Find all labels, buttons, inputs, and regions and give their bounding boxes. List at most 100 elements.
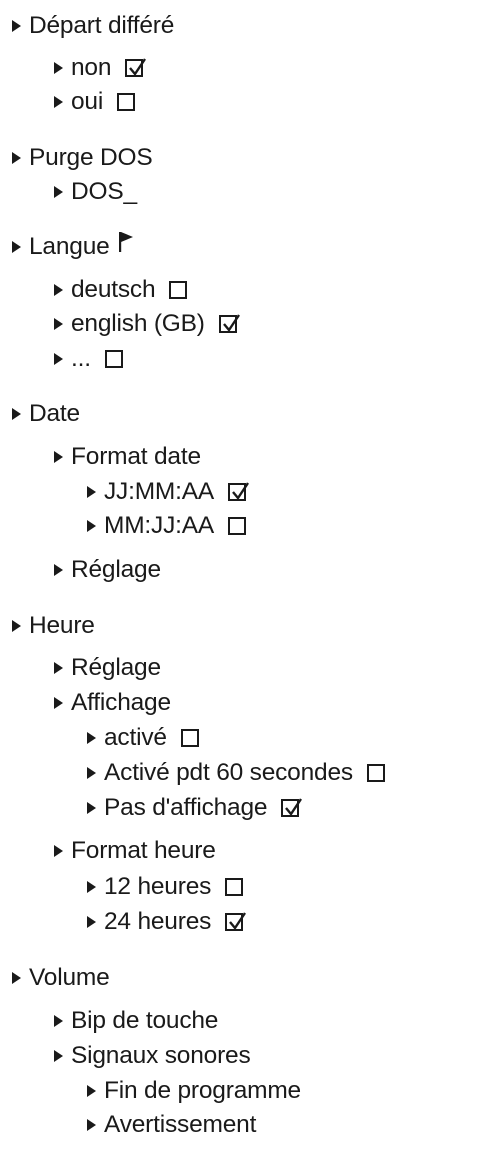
checkbox-unchecked[interactable]: [366, 764, 385, 782]
menu-item-label: Bip de touche: [71, 1007, 219, 1034]
menu-item-reglage[interactable]: Réglage: [54, 652, 161, 684]
triangle-right-icon: [12, 20, 21, 32]
triangle-right-icon: [54, 662, 63, 674]
menu-item-label: ...: [71, 345, 91, 372]
menu-item-label: Format date: [71, 443, 201, 470]
menu-item-purge-dos[interactable]: Purge DOS: [12, 142, 153, 174]
checkbox-unchecked[interactable]: [225, 878, 244, 896]
checkbox-unchecked[interactable]: [180, 729, 199, 747]
checkbox-unchecked[interactable]: [169, 281, 188, 299]
triangle-right-icon: [12, 408, 21, 420]
triangle-right-icon: [87, 802, 96, 814]
menu-item-label: Volume: [29, 964, 110, 991]
triangle-right-icon: [87, 881, 96, 893]
checkbox-checked[interactable]: [225, 912, 247, 931]
triangle-right-icon: [87, 916, 96, 928]
check-icon: [129, 58, 147, 77]
triangle-right-icon: [54, 845, 63, 857]
menu-item-label: activé: [104, 724, 167, 751]
triangle-right-icon: [87, 520, 96, 532]
triangle-right-icon: [54, 96, 63, 108]
menu-item-non[interactable]: non: [54, 52, 147, 84]
menu-item-active[interactable]: activé: [87, 722, 199, 754]
menu-item-english-gb[interactable]: english (GB): [54, 308, 240, 340]
menu-item-24-heures[interactable]: 24 heures: [87, 906, 247, 938]
checkbox-checked[interactable]: [125, 58, 147, 77]
triangle-right-icon: [54, 62, 63, 74]
menu-item-label: Purge DOS: [29, 144, 153, 171]
menu-item-affichage[interactable]: Affichage: [54, 687, 171, 719]
flag-icon: [118, 231, 134, 260]
check-icon: [232, 482, 250, 501]
menu-item-label: DOS_: [71, 178, 137, 205]
triangle-right-icon: [87, 1119, 96, 1131]
menu-item-label: Avertissement: [104, 1111, 257, 1138]
checkbox-checked[interactable]: [218, 314, 240, 333]
menu-item-deutsch[interactable]: deutsch: [54, 274, 188, 306]
menu-item-label: Signaux sonores: [71, 1042, 251, 1069]
menu-item-label: Départ différé: [29, 12, 175, 39]
checkbox-unchecked[interactable]: [104, 350, 123, 368]
checkbox-unchecked[interactable]: [117, 93, 136, 111]
menu-item-langue[interactable]: Langue: [12, 231, 134, 263]
menu-item-oui[interactable]: oui: [54, 86, 136, 118]
triangle-right-icon: [54, 1050, 63, 1062]
menu-item-reglage[interactable]: Réglage: [54, 554, 161, 586]
checkbox-checked[interactable]: [281, 798, 303, 817]
menu-item-signaux-sonores[interactable]: Signaux sonores: [54, 1040, 251, 1072]
menu-item-format-date[interactable]: Format date: [54, 441, 201, 473]
menu-item-label: deutsch: [71, 276, 156, 303]
check-icon: [222, 314, 240, 333]
triangle-right-icon: [12, 972, 21, 984]
menu-item-label: Pas d'affichage: [104, 794, 268, 821]
checkbox-checked[interactable]: [228, 482, 250, 501]
triangle-right-icon: [54, 318, 63, 330]
settings-menu-tree: Départ différé non oui Purge DOS DOS_ Langue d…: [0, 0, 487, 1153]
menu-item-jj-mm-aa[interactable]: JJ:MM:AA: [87, 476, 250, 508]
triangle-right-icon: [12, 620, 21, 632]
menu-item-dos[interactable]: DOS_: [54, 176, 137, 208]
triangle-right-icon: [12, 241, 21, 253]
triangle-right-icon: [12, 152, 21, 164]
menu-item-label: Heure: [29, 612, 95, 639]
menu-item-fin-de-programme[interactable]: Fin de programme: [87, 1075, 301, 1107]
menu-item-label: Langue: [29, 233, 110, 260]
menu-item-label: 12 heures: [104, 873, 212, 900]
triangle-right-icon: [87, 1085, 96, 1097]
menu-item-label: Format heure: [71, 837, 216, 864]
menu-item-label: Affichage: [71, 689, 171, 716]
menu-item-label: MM:JJ:AA: [104, 512, 215, 539]
menu-item-label: english (GB): [71, 310, 205, 337]
menu-item-avertissement[interactable]: Avertissement: [87, 1109, 256, 1141]
menu-item-label: JJ:MM:AA: [104, 478, 215, 505]
checkbox-unchecked[interactable]: [228, 517, 247, 535]
triangle-right-icon: [87, 767, 96, 779]
check-icon: [285, 798, 303, 817]
menu-item-volume[interactable]: Volume: [12, 962, 110, 994]
menu-item-pas-d-affichage[interactable]: Pas d'affichage: [87, 792, 303, 824]
triangle-right-icon: [54, 186, 63, 198]
triangle-right-icon: [54, 697, 63, 709]
menu-item-depart-differe[interactable]: Départ différé: [12, 10, 174, 42]
menu-item-label: 24 heures: [104, 908, 212, 935]
menu-item-label: Activé pdt 60 secondes: [104, 759, 353, 786]
triangle-right-icon: [54, 353, 63, 365]
menu-item-label: non: [71, 54, 112, 81]
menu-item-label: Date: [29, 400, 80, 427]
check-icon: [229, 912, 247, 931]
menu-item-12-heures[interactable]: 12 heures: [87, 871, 244, 903]
triangle-right-icon: [87, 732, 96, 744]
triangle-right-icon: [54, 1015, 63, 1027]
menu-item-label: oui: [71, 88, 104, 115]
triangle-right-icon: [87, 486, 96, 498]
menu-item-label: Réglage: [71, 654, 161, 681]
menu-item-heure[interactable]: Heure: [12, 610, 95, 642]
menu-item-date[interactable]: Date: [12, 398, 80, 430]
menu-item-active-pdt-60-secondes[interactable]: Activé pdt 60 secondes: [87, 757, 385, 789]
triangle-right-icon: [54, 451, 63, 463]
menu-item-bip-de-touche[interactable]: Bip de touche: [54, 1005, 218, 1037]
menu-item-label: Fin de programme: [104, 1077, 301, 1104]
menu-item-ellipsis[interactable]: ...: [54, 343, 123, 375]
menu-item-format-heure[interactable]: Format heure: [54, 835, 216, 867]
menu-item-mm-jj-aa[interactable]: MM:JJ:AA: [87, 510, 247, 542]
